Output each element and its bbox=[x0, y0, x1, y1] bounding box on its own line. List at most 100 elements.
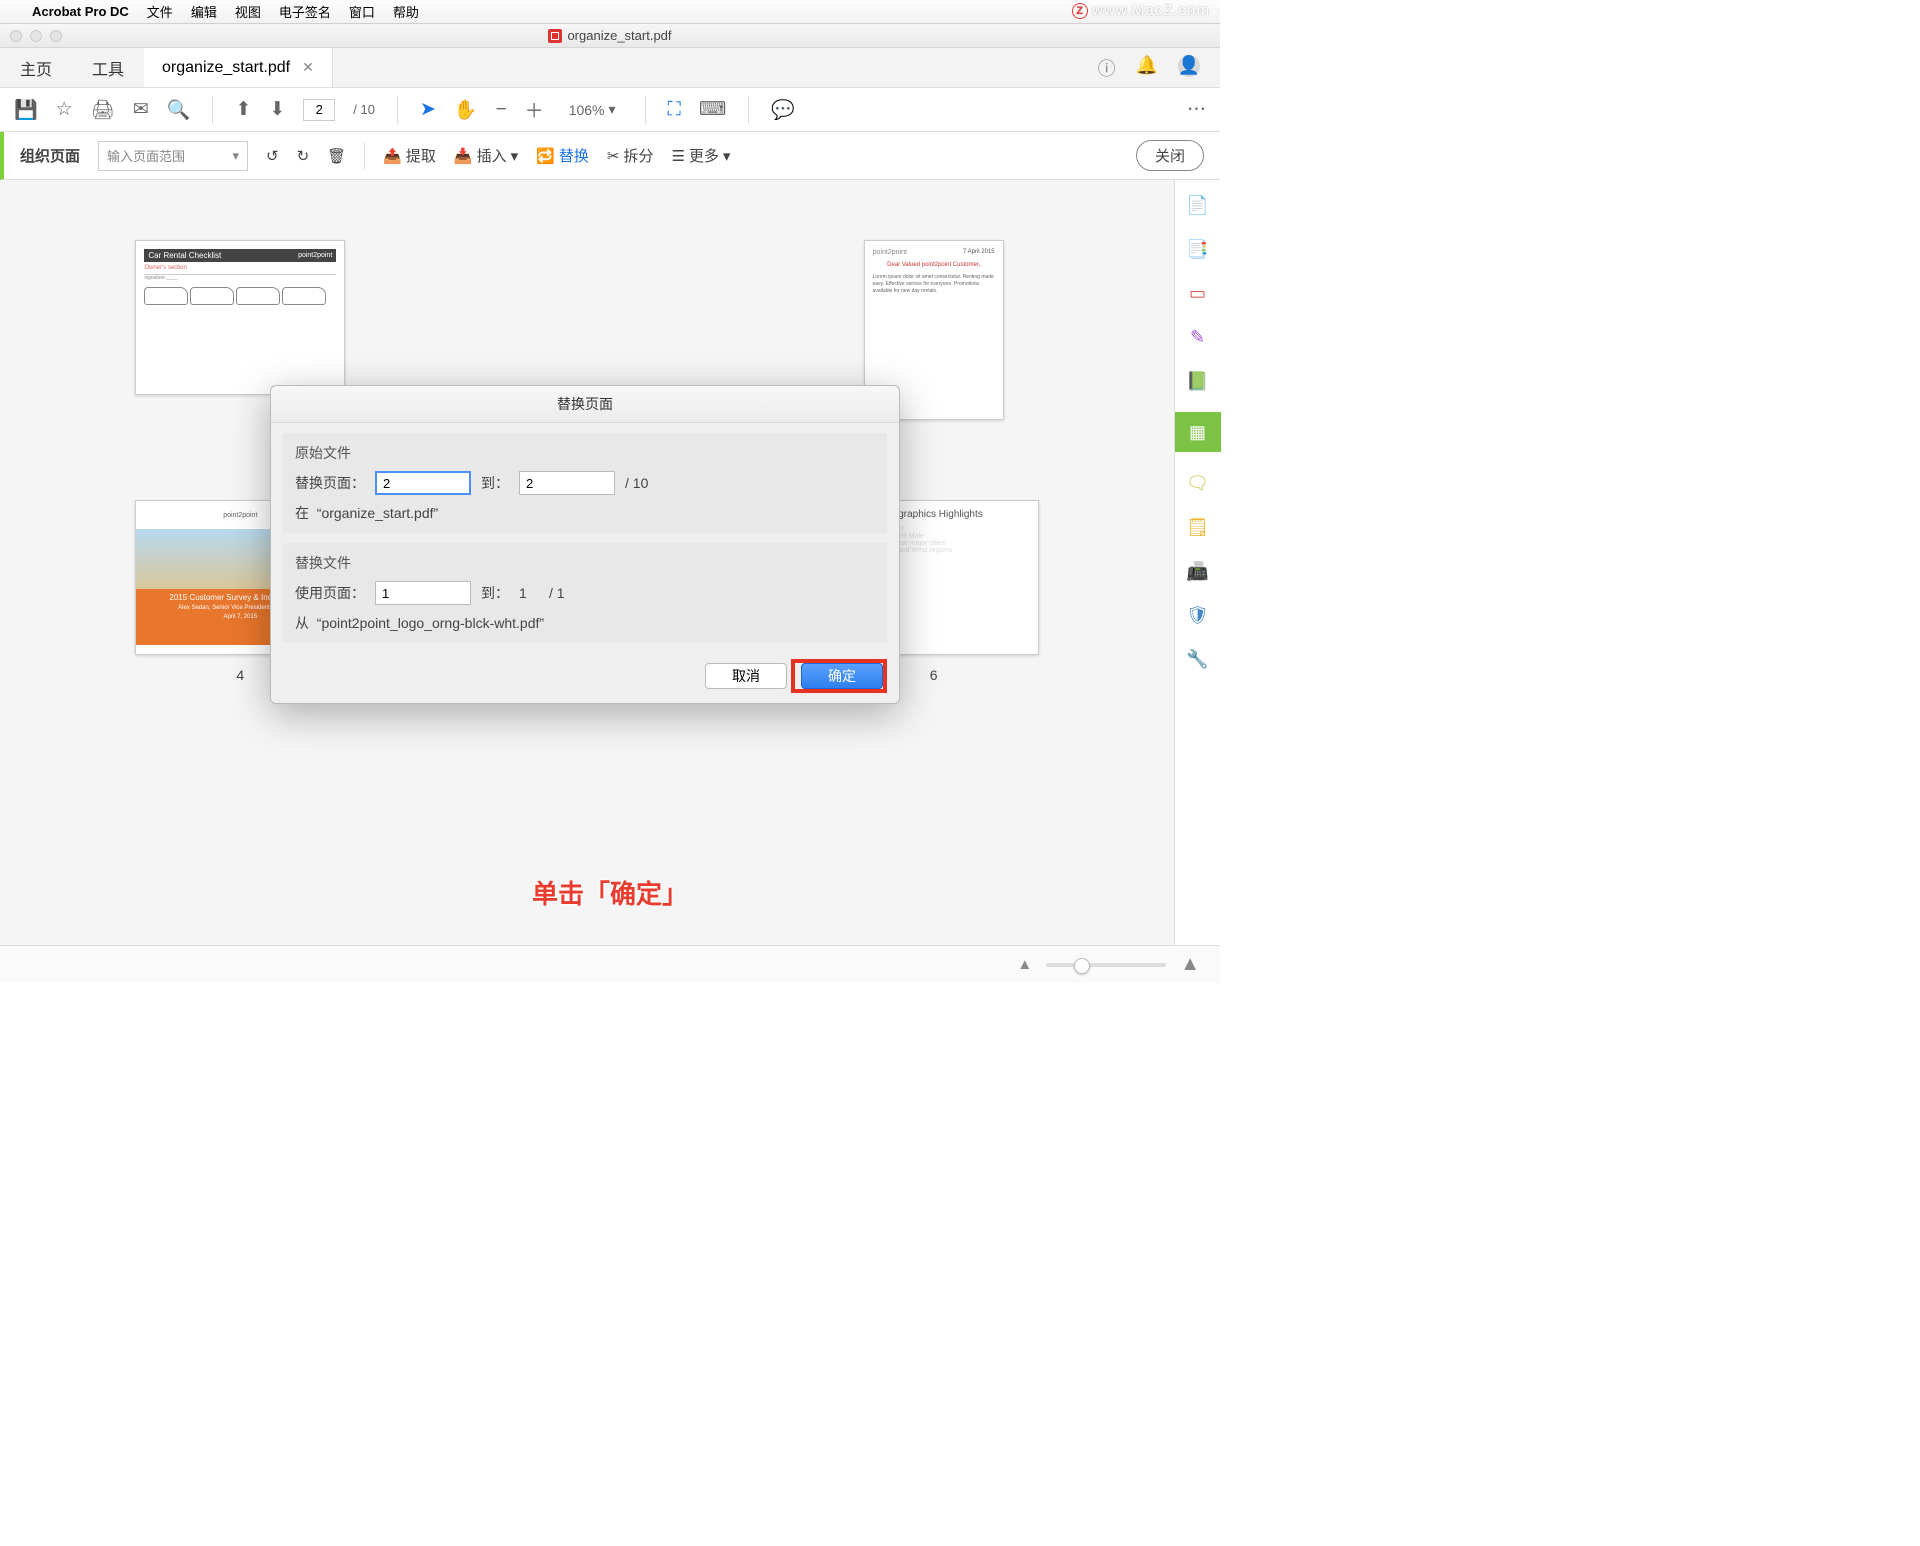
document-tabs: 主页 工具 organize_start.pdf ✕ ⓘ 🔔 👤 bbox=[0, 48, 1220, 88]
rail-protect-icon[interactable]: 🛡 bbox=[1185, 602, 1211, 628]
page-range-dropdown[interactable]: 输入页面范围 ▾ bbox=[98, 141, 248, 171]
replace-pages-dialog: 替换页面 原始文件 替换页面： 到： / 10 在 “organize_star… bbox=[270, 385, 900, 704]
watermark: Z www.MacZ.com bbox=[1072, 2, 1210, 19]
page-range-placeholder: 输入页面范围 bbox=[107, 146, 185, 165]
rail-organize-icon[interactable]: ▦ bbox=[1175, 412, 1221, 452]
zoom-value: 106% bbox=[569, 102, 605, 118]
use-from-input[interactable] bbox=[375, 581, 471, 605]
extract-icon: 📤 bbox=[383, 147, 402, 165]
tab-tools[interactable]: 工具 bbox=[72, 56, 144, 80]
annotation-text: 单击「确定」 bbox=[532, 874, 688, 911]
replace-button[interactable]: 🔁替换 bbox=[536, 145, 589, 166]
rail-note-icon[interactable]: 🗒 bbox=[1185, 514, 1211, 540]
close-button[interactable]: 关闭 bbox=[1136, 140, 1204, 171]
tab-file[interactable]: organize_start.pdf ✕ bbox=[144, 48, 333, 87]
organize-title: 组织页面 bbox=[20, 145, 80, 166]
search-icon[interactable]: 🔍 bbox=[167, 98, 191, 122]
page-down-icon[interactable]: ⬇ bbox=[269, 98, 285, 121]
use-total: / 1 bbox=[549, 585, 565, 601]
save-icon[interactable]: 💾 bbox=[14, 98, 38, 122]
mac-menubar: Acrobat Pro DC 文件 编辑 视图 电子签名 窗口 帮助 Z www… bbox=[0, 0, 1220, 24]
pointer-icon[interactable]: ➤ bbox=[420, 98, 436, 121]
zoom-dropdown[interactable]: 106% ▾ bbox=[562, 98, 623, 121]
split-button[interactable]: ✂拆分 bbox=[607, 145, 654, 166]
trash-icon[interactable]: 🗑 bbox=[327, 147, 346, 165]
rail-export-icon[interactable]: 📑 bbox=[1185, 236, 1211, 262]
bell-icon[interactable]: 🔔 bbox=[1136, 55, 1158, 81]
replace-icon: 🔁 bbox=[536, 147, 555, 165]
ok-button[interactable]: 确定 bbox=[801, 663, 883, 689]
main-area: Car Rental Checklistpoint2point Owner's … bbox=[0, 180, 1220, 945]
zoom-out-icon[interactable]: − bbox=[496, 99, 507, 121]
window-titlebar: organize_start.pdf bbox=[0, 24, 1220, 48]
traffic-lights[interactable] bbox=[10, 30, 62, 42]
rail-combine-icon[interactable]: 📗 bbox=[1185, 368, 1211, 394]
more-button[interactable]: ☰更多▾ bbox=[671, 145, 730, 166]
print-icon[interactable]: 🖨 bbox=[91, 98, 115, 122]
fit-icon[interactable]: ⛶ bbox=[668, 99, 681, 121]
main-toolbar: 💾 ☆ 🖨 ✉ 🔍 ⬆ ⬇ / 10 ➤ ✋ − ＋ 106% ▾ ⛶ ⌨ 💬 … bbox=[0, 88, 1220, 132]
section-replace-header: 替换文件 bbox=[295, 553, 875, 573]
zoom-in-icon[interactable]: ＋ bbox=[525, 96, 544, 123]
list-icon: ☰ bbox=[671, 147, 684, 165]
page-number: 6 bbox=[930, 667, 938, 683]
insert-icon: 📥 bbox=[454, 147, 473, 165]
replace-from-label: 替换页面： bbox=[295, 473, 365, 493]
menu-window[interactable]: 窗口 bbox=[349, 2, 375, 21]
menu-help[interactable]: 帮助 bbox=[393, 2, 419, 21]
rail-sign-icon[interactable]: ✎ bbox=[1185, 324, 1211, 350]
page-number-input[interactable] bbox=[303, 99, 335, 121]
rail-comment-icon[interactable]: 🗨 bbox=[1185, 470, 1211, 496]
tab-home[interactable]: 主页 bbox=[0, 56, 72, 80]
zoom-slider[interactable] bbox=[1046, 963, 1166, 967]
help-icon[interactable]: ⓘ bbox=[1098, 55, 1116, 81]
right-tool-rail: 📄 📑 ▭ ✎ 📗 ▦ 🗨 🗒 📠 🛡 🔧 bbox=[1174, 180, 1220, 945]
page-number: 4 bbox=[236, 667, 244, 683]
organize-toolbar: 组织页面 输入页面范围 ▾ ↺ ↻ 🗑 📤提取 📥插入▾ 🔁替换 ✂拆分 ☰更多… bbox=[0, 132, 1220, 180]
watermark-badge: Z bbox=[1072, 3, 1088, 19]
menu-esign[interactable]: 电子签名 bbox=[279, 2, 331, 21]
insert-button[interactable]: 📥插入▾ bbox=[454, 145, 518, 166]
window-title: organize_start.pdf bbox=[567, 28, 671, 43]
use-to-value: 1 bbox=[519, 585, 539, 601]
chevron-down-icon: ▾ bbox=[511, 147, 519, 165]
replace-from-input[interactable] bbox=[375, 471, 471, 495]
tab-file-label: organize_start.pdf bbox=[162, 59, 290, 77]
chevron-down-icon: ▾ bbox=[723, 147, 731, 165]
scissors-icon: ✂ bbox=[607, 147, 620, 165]
zoom-large-icon[interactable]: ▲ bbox=[1180, 953, 1200, 976]
rail-tools-icon[interactable]: 🔧 bbox=[1185, 646, 1211, 672]
dialog-title: 替换页面 bbox=[271, 386, 899, 423]
rotate-right-icon[interactable]: ↻ bbox=[297, 147, 310, 165]
watermark-text: www.MacZ.com bbox=[1092, 2, 1210, 19]
rail-create-icon[interactable]: 📄 bbox=[1185, 192, 1211, 218]
chevron-down-icon: ▾ bbox=[609, 101, 616, 118]
rotate-left-icon[interactable]: ↺ bbox=[266, 147, 279, 165]
mail-icon[interactable]: ✉ bbox=[133, 98, 149, 121]
pdf-icon bbox=[548, 29, 562, 43]
tab-close-icon[interactable]: ✕ bbox=[302, 59, 314, 76]
app-name[interactable]: Acrobat Pro DC bbox=[32, 4, 129, 19]
chevron-down-icon: ▾ bbox=[232, 148, 239, 164]
avatar[interactable]: 👤 bbox=[1178, 55, 1200, 77]
cancel-button[interactable]: 取消 bbox=[705, 663, 787, 689]
page-up-icon[interactable]: ⬆ bbox=[235, 98, 251, 121]
use-from-label: 使用页面： bbox=[295, 583, 365, 603]
extract-button[interactable]: 📤提取 bbox=[383, 145, 436, 166]
rail-edit-icon[interactable]: ▭ bbox=[1185, 280, 1211, 306]
menu-edit[interactable]: 编辑 bbox=[191, 2, 217, 21]
zoom-small-icon[interactable]: ▲ bbox=[1017, 956, 1032, 973]
hand-icon[interactable]: ✋ bbox=[454, 98, 478, 122]
replace-to-input[interactable] bbox=[519, 471, 615, 495]
star-icon[interactable]: ☆ bbox=[56, 98, 73, 121]
comment-icon[interactable]: 💬 bbox=[771, 98, 795, 122]
to-label: 到： bbox=[481, 583, 509, 603]
total-pages: / 10 bbox=[625, 475, 648, 491]
page-total: / 10 bbox=[353, 102, 375, 117]
menu-view[interactable]: 视图 bbox=[235, 2, 261, 21]
menu-file[interactable]: 文件 bbox=[147, 2, 173, 21]
more-icon[interactable]: ⋯ bbox=[1187, 98, 1206, 121]
keyboard-icon[interactable]: ⌨ bbox=[699, 98, 726, 121]
rail-scan-icon[interactable]: 📠 bbox=[1185, 558, 1211, 584]
status-bar: ▲ ▲ bbox=[0, 945, 1220, 983]
